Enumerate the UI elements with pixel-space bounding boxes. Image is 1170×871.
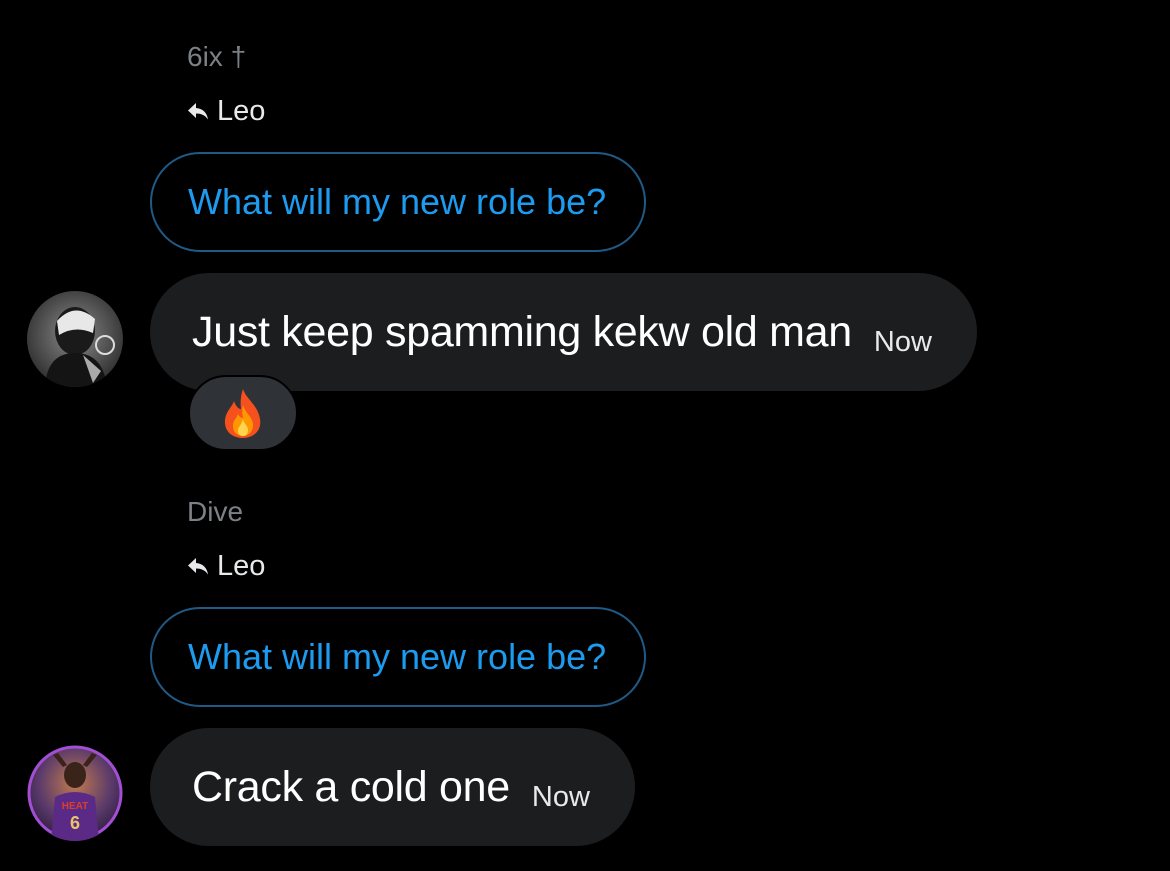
message-bubble[interactable]: Just keep spamming kekw old man Now: [150, 273, 977, 391]
reply-icon: [188, 103, 208, 120]
message-group: Dive Leo What will my new role be? HEAT: [0, 460, 1170, 871]
svg-text:HEAT: HEAT: [62, 801, 88, 812]
quoted-message-text: What will my new role be?: [188, 181, 607, 222]
message-text: Just keep spamming kekw old man: [192, 307, 852, 356]
avatar[interactable]: [27, 291, 123, 387]
message-text: Crack a cold one: [192, 762, 510, 811]
svg-text:6: 6: [70, 813, 80, 833]
reply-icon: [188, 558, 208, 575]
avatar[interactable]: HEAT 6: [27, 745, 123, 841]
reaction-badge[interactable]: [188, 375, 298, 451]
message-group: 6ix † Leo What will my new role be? Just: [0, 0, 1170, 460]
quoted-message[interactable]: What will my new role be?: [150, 607, 647, 707]
sender-name: Dive: [187, 496, 244, 527]
sender-name: 6ix †: [187, 41, 247, 72]
quoted-message[interactable]: What will my new role be?: [150, 152, 647, 252]
reply-target-name: Leo: [217, 550, 266, 582]
reply-target-name: Leo: [217, 95, 266, 127]
fire-emoji: [224, 389, 261, 438]
reply-reference[interactable]: Leo: [187, 549, 265, 583]
user-avatar-basketball-player: HEAT 6: [27, 745, 123, 841]
quoted-message-text: What will my new role be?: [188, 636, 607, 677]
reply-reference[interactable]: Leo: [187, 94, 265, 128]
message-bubble[interactable]: Crack a cold one Now: [150, 728, 635, 846]
message-timestamp: Now: [873, 325, 932, 358]
message-timestamp: Now: [531, 780, 590, 813]
user-avatar-masked-figure: [27, 291, 123, 387]
